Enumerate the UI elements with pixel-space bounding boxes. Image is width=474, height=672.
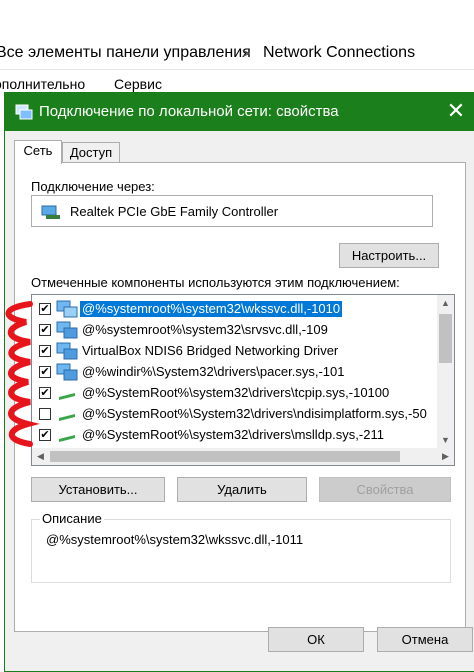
network-adapter-icon	[41, 205, 60, 219]
component-checkbox[interactable]: ✔	[39, 429, 51, 441]
install-button[interactable]: Установить...	[31, 477, 165, 502]
description-text: @%systemroot%\system32\wkssvc.dll,-1011	[46, 532, 304, 547]
dialog-titlebar[interactable]: Подключение по локальной сети: свойства …	[5, 93, 474, 131]
scroll-thumb-horizontal[interactable]	[50, 451, 400, 462]
component-label: @%systemroot%\system32\wkssvc.dll,-1010	[80, 301, 343, 317]
cancel-button[interactable]: Отмена	[377, 627, 473, 652]
protocol-icon	[59, 435, 75, 442]
breadcrumb-separator: >	[242, 45, 251, 61]
components-label: Отмеченные компоненты используются этим …	[31, 275, 400, 290]
tab-network[interactable]: Сеть	[14, 140, 62, 164]
scroll-thumb[interactable]	[439, 314, 452, 363]
adapter-name: Realtek PCIe GbE Family Controller	[70, 204, 279, 219]
network-client-icon	[56, 300, 78, 318]
network-service-icon	[56, 363, 78, 381]
configure-button[interactable]: Настроить...	[339, 243, 439, 268]
ok-button[interactable]: ОК	[268, 627, 364, 652]
component-checkbox[interactable]: ✔	[39, 324, 51, 336]
scroll-down-icon[interactable]: ▼	[437, 432, 454, 449]
component-checkbox[interactable]: ✔	[39, 387, 51, 399]
network-connection-icon	[15, 104, 33, 120]
breadcrumb-network-connections[interactable]: Network Connections	[263, 38, 415, 68]
list-item[interactable]: ✔ @%SystemRoot%\system32\drivers\tcpip.sy…	[32, 383, 438, 404]
list-item[interactable]: ✔ VirtualBox NDIS6 Bridged Networking Dri…	[32, 341, 438, 362]
tab-sharing[interactable]: Доступ	[62, 142, 120, 164]
list-item[interactable]: ✔ @%SystemRoot%\system32\drivers\mslldp.s…	[32, 425, 438, 446]
component-label: @%windir%\System32\drivers\pacer.sys,-10…	[82, 364, 345, 379]
component-checkbox[interactable]: ✔	[39, 303, 51, 315]
vertical-scrollbar[interactable]: ▲ ▼	[437, 295, 454, 449]
list-item[interactable]: ✔ @%systemroot%\system32\wkssvc.dll,-1010	[32, 299, 438, 320]
component-checkbox[interactable]: ✔	[39, 366, 51, 378]
list-item[interactable]: ✔ @%systemroot%\system32\srvsvc.dll,-109	[32, 320, 438, 341]
components-list[interactable]: ✔ @%systemroot%\system32\wkssvc.dll,-1010…	[31, 294, 455, 466]
scroll-up-icon[interactable]: ▲	[437, 295, 454, 312]
uninstall-button[interactable]: Удалить	[177, 477, 307, 502]
component-label: @%SystemRoot%\System32\drivers\ndisimpla…	[82, 406, 427, 421]
component-label: @%SystemRoot%\system32\drivers\mslldp.sy…	[82, 427, 384, 442]
properties-dialog: Подключение по локальной сети: свойства …	[4, 92, 474, 672]
component-label: @%systemroot%\system32\srvsvc.dll,-109	[82, 322, 328, 337]
component-checkbox[interactable]	[39, 408, 51, 420]
protocol-icon	[59, 393, 75, 400]
network-service-icon	[56, 321, 78, 339]
description-group: Описание @%systemroot%\system32\wkssvc.d…	[31, 511, 451, 583]
horizontal-scrollbar[interactable]: ◀ ▶	[32, 448, 454, 465]
component-label: @%SystemRoot%\system32\drivers\tcpip.sys…	[82, 385, 390, 400]
network-service-icon	[56, 342, 78, 360]
breadcrumb-control-panel[interactable]: Все элементы панели управления	[0, 38, 251, 68]
breadcrumb: Все элементы панели управления > Network…	[0, 38, 474, 70]
component-label: VirtualBox NDIS6 Bridged Networking Driv…	[82, 343, 339, 358]
red-annotation-squiggle	[5, 301, 40, 447]
list-item[interactable]: @%SystemRoot%\System32\drivers\ndisimpla…	[32, 404, 438, 425]
component-checkbox[interactable]: ✔	[39, 345, 51, 357]
dialog-title: Подключение по локальной сети: свойства	[39, 103, 339, 120]
protocol-icon	[59, 414, 75, 421]
properties-button[interactable]: Свойства	[319, 477, 451, 502]
connect-using-label: Подключение через:	[31, 179, 155, 194]
adapter-box: Realtek PCIe GbE Family Controller	[31, 195, 433, 227]
close-icon[interactable]: ✕	[441, 97, 471, 127]
description-legend: Описание	[40, 511, 104, 526]
list-item[interactable]: ✔ @%windir%\System32\drivers\pacer.sys,-1…	[32, 362, 438, 383]
scroll-right-icon[interactable]: ▶	[437, 448, 454, 465]
